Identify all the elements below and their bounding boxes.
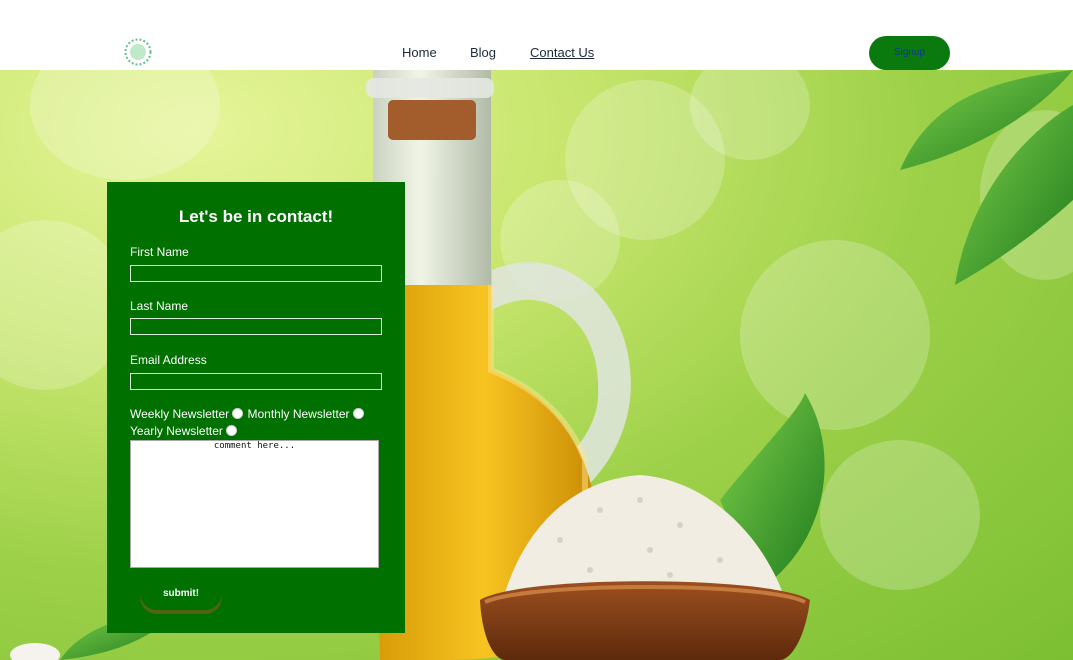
- radio-label-yearly: Yearly Newsletter: [130, 424, 223, 438]
- nav-contact-link[interactable]: Contact Us: [530, 45, 594, 60]
- contact-form: Let's be in contact! First Name Last Nam…: [107, 182, 405, 633]
- comment-textarea[interactable]: [130, 440, 379, 568]
- submit-button[interactable]: submit!: [140, 576, 222, 610]
- nav-blog-link[interactable]: Blog: [470, 45, 496, 60]
- last-name-label: Last Name: [130, 299, 189, 313]
- newsletter-radio-group: Weekly Newsletter Monthly Newsletter Yea…: [130, 406, 392, 440]
- signup-button[interactable]: Signup: [869, 36, 950, 70]
- nav-home-link[interactable]: Home: [402, 45, 437, 60]
- radio-label-monthly: Monthly Newsletter: [247, 407, 350, 421]
- radio-monthly[interactable]: [352, 408, 364, 419]
- first-name-field[interactable]: [130, 265, 382, 282]
- email-label: Email Address: [130, 353, 207, 367]
- form-title: Let's be in contact!: [178, 207, 334, 226]
- radio-weekly[interactable]: [232, 408, 244, 419]
- email-field[interactable]: [130, 373, 382, 390]
- last-name-field[interactable]: [130, 318, 382, 335]
- radio-yearly[interactable]: [225, 425, 237, 436]
- first-name-label: First Name: [130, 245, 189, 259]
- radio-label-weekly: Weekly Newsletter: [130, 407, 230, 421]
- site-header: Home Blog Contact Us Signup: [0, 0, 1073, 70]
